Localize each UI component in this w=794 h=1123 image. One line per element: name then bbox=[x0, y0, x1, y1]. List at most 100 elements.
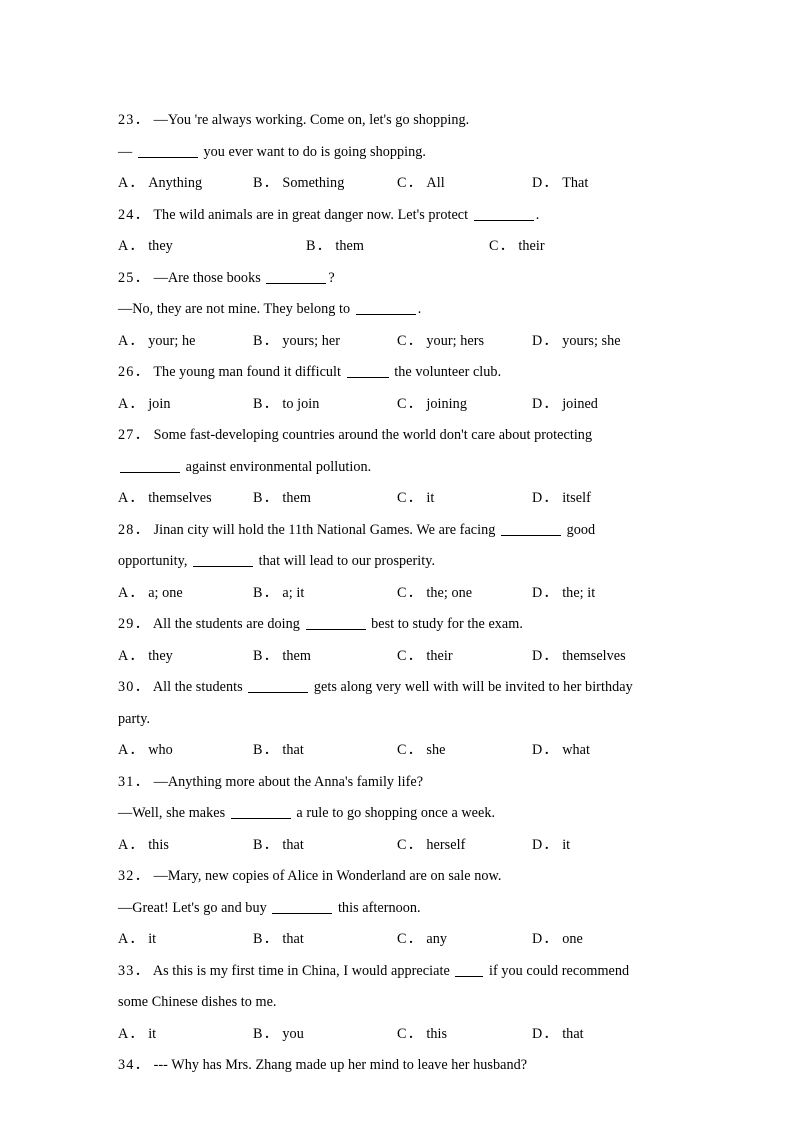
option-text: herself bbox=[426, 836, 466, 853]
question-stem: 23． —You 're always working. Come on, le… bbox=[118, 105, 655, 137]
option-choice[interactable]: B． that bbox=[253, 830, 304, 862]
answer-blank bbox=[455, 975, 484, 977]
option-text: a; it bbox=[282, 584, 305, 601]
option-choice[interactable]: D． themselves bbox=[532, 641, 626, 673]
option-text: Something bbox=[282, 175, 345, 191]
option-text: their bbox=[518, 238, 545, 254]
option-choice[interactable]: B． that bbox=[253, 735, 304, 767]
question-block: 31． —Anything more about the Anna's fami… bbox=[118, 767, 655, 862]
option-choice[interactable]: C． it bbox=[397, 483, 434, 515]
option-text: them bbox=[282, 647, 311, 664]
option-choice[interactable]: B． them bbox=[306, 231, 364, 263]
option-choice[interactable]: A． join bbox=[118, 389, 170, 421]
question-continuation: —No, they are not mine. They belong to . bbox=[118, 294, 655, 326]
option-choice[interactable]: D． that bbox=[532, 1019, 584, 1051]
option-text: yours; her bbox=[282, 332, 341, 349]
option-choice[interactable]: A． they bbox=[118, 231, 173, 263]
option-choice[interactable]: C． All bbox=[397, 168, 445, 200]
option-row: A． who B． that C． she D． what bbox=[118, 735, 655, 767]
option-choice[interactable]: A． themselves bbox=[118, 483, 212, 515]
option-choice[interactable]: A． a; one bbox=[118, 578, 183, 610]
question-number: 25． bbox=[118, 269, 150, 286]
answer-blank bbox=[305, 629, 366, 630]
question-stem: 26． The young man found it difficult the… bbox=[118, 357, 655, 389]
option-row: A． they B． them C． their D． themselves bbox=[118, 641, 655, 673]
option-letter: D． bbox=[532, 931, 559, 947]
option-choice[interactable]: D． yours; she bbox=[532, 326, 621, 358]
option-choice[interactable]: D． one bbox=[532, 924, 583, 956]
option-choice[interactable]: D． it bbox=[532, 830, 570, 862]
question-text: —You 're always working. Come on, let's … bbox=[153, 112, 470, 128]
question-number: 26． bbox=[118, 364, 150, 380]
option-choice[interactable]: C． this bbox=[397, 1019, 447, 1051]
option-letter: D． bbox=[532, 395, 559, 412]
question-text: —No, they are not mine. They belong to . bbox=[118, 301, 422, 317]
question-continuation: — you ever want to do is going shopping. bbox=[118, 137, 655, 169]
option-letter: B． bbox=[253, 175, 279, 191]
option-row: A． themselves B． them C． it D． itself bbox=[118, 483, 655, 515]
option-choice[interactable]: C． any bbox=[397, 924, 447, 956]
option-letter: A． bbox=[118, 836, 145, 853]
question-block: 34． --- Why has Mrs. Zhang made up her m… bbox=[118, 1050, 655, 1082]
option-text: to join bbox=[282, 395, 320, 412]
option-choice[interactable]: A． your; he bbox=[118, 326, 195, 358]
option-text: it bbox=[426, 490, 435, 506]
option-row: A． it B． that C． any D． one bbox=[118, 924, 655, 956]
option-letter: A． bbox=[118, 395, 145, 412]
option-text: that bbox=[282, 931, 304, 947]
option-letter: C． bbox=[489, 238, 515, 254]
question-stem: 28． Jinan city will hold the 11th Nation… bbox=[118, 515, 655, 578]
option-choice[interactable]: B． to join bbox=[253, 389, 319, 421]
option-choice[interactable]: C． their bbox=[489, 231, 545, 263]
option-text: your; hers bbox=[426, 332, 485, 349]
option-choice[interactable]: D． the; it bbox=[532, 578, 595, 610]
option-choice[interactable]: A． Anything bbox=[118, 168, 202, 200]
option-text: joining bbox=[426, 395, 467, 412]
option-letter: B． bbox=[253, 742, 279, 758]
question-continuation: —Well, she makes a rule to go shopping o… bbox=[118, 798, 655, 830]
option-choice[interactable]: A． they bbox=[118, 641, 173, 673]
option-choice[interactable]: B． them bbox=[253, 483, 311, 515]
option-choice[interactable]: D． That bbox=[532, 168, 588, 200]
option-choice[interactable]: C． their bbox=[397, 641, 453, 673]
option-choice[interactable]: B． yours; her bbox=[253, 326, 340, 358]
option-choice[interactable]: A． it bbox=[118, 1019, 156, 1051]
option-choice[interactable]: A． it bbox=[118, 924, 156, 956]
option-choice[interactable]: C． the; one bbox=[397, 578, 472, 610]
option-text: their bbox=[426, 647, 453, 664]
option-choice[interactable]: C． your; hers bbox=[397, 326, 484, 358]
question-text: The young man found it difficult the vol… bbox=[153, 364, 502, 380]
option-letter: A． bbox=[118, 1025, 145, 1042]
option-letter: B． bbox=[253, 332, 279, 349]
question-stem: 25． —Are those books ? bbox=[118, 263, 655, 295]
option-choice[interactable]: A． who bbox=[118, 735, 173, 767]
option-text: this bbox=[148, 836, 169, 853]
option-text: yours; she bbox=[562, 332, 621, 349]
option-choice[interactable]: B． you bbox=[253, 1019, 304, 1051]
option-choice[interactable]: D． joined bbox=[532, 389, 598, 421]
question-number: 31． bbox=[118, 773, 150, 790]
option-choice[interactable]: D． itself bbox=[532, 483, 591, 515]
option-letter: A． bbox=[118, 584, 145, 601]
option-row: A． this B． that C． herself D． it bbox=[118, 830, 655, 862]
option-choice[interactable]: C． herself bbox=[397, 830, 465, 862]
option-letter: C． bbox=[397, 175, 423, 191]
answer-blank bbox=[272, 912, 333, 914]
question-block: 25． —Are those books ? —No, they are not … bbox=[118, 263, 655, 358]
option-choice[interactable]: B． that bbox=[253, 924, 304, 956]
option-choice[interactable]: C． she bbox=[397, 735, 445, 767]
option-choice[interactable]: B． them bbox=[253, 641, 311, 673]
option-choice[interactable]: B． a; it bbox=[253, 578, 304, 610]
option-text: this bbox=[426, 1025, 448, 1042]
option-choice[interactable]: B． Something bbox=[253, 168, 344, 200]
question-text: —Anything more about the Anna's family l… bbox=[153, 773, 424, 790]
question-text: All the students are doing best to study… bbox=[152, 616, 523, 632]
option-choice[interactable]: A． this bbox=[118, 830, 169, 862]
option-choice[interactable]: D． what bbox=[532, 735, 590, 767]
option-letter: D． bbox=[532, 175, 559, 191]
option-text: themselves bbox=[562, 647, 626, 664]
option-text: one bbox=[562, 931, 583, 947]
question-list: 23． —You 're always working. Come on, le… bbox=[118, 105, 655, 1082]
question-number: 28． bbox=[118, 521, 150, 538]
option-choice[interactable]: C． joining bbox=[397, 389, 467, 421]
